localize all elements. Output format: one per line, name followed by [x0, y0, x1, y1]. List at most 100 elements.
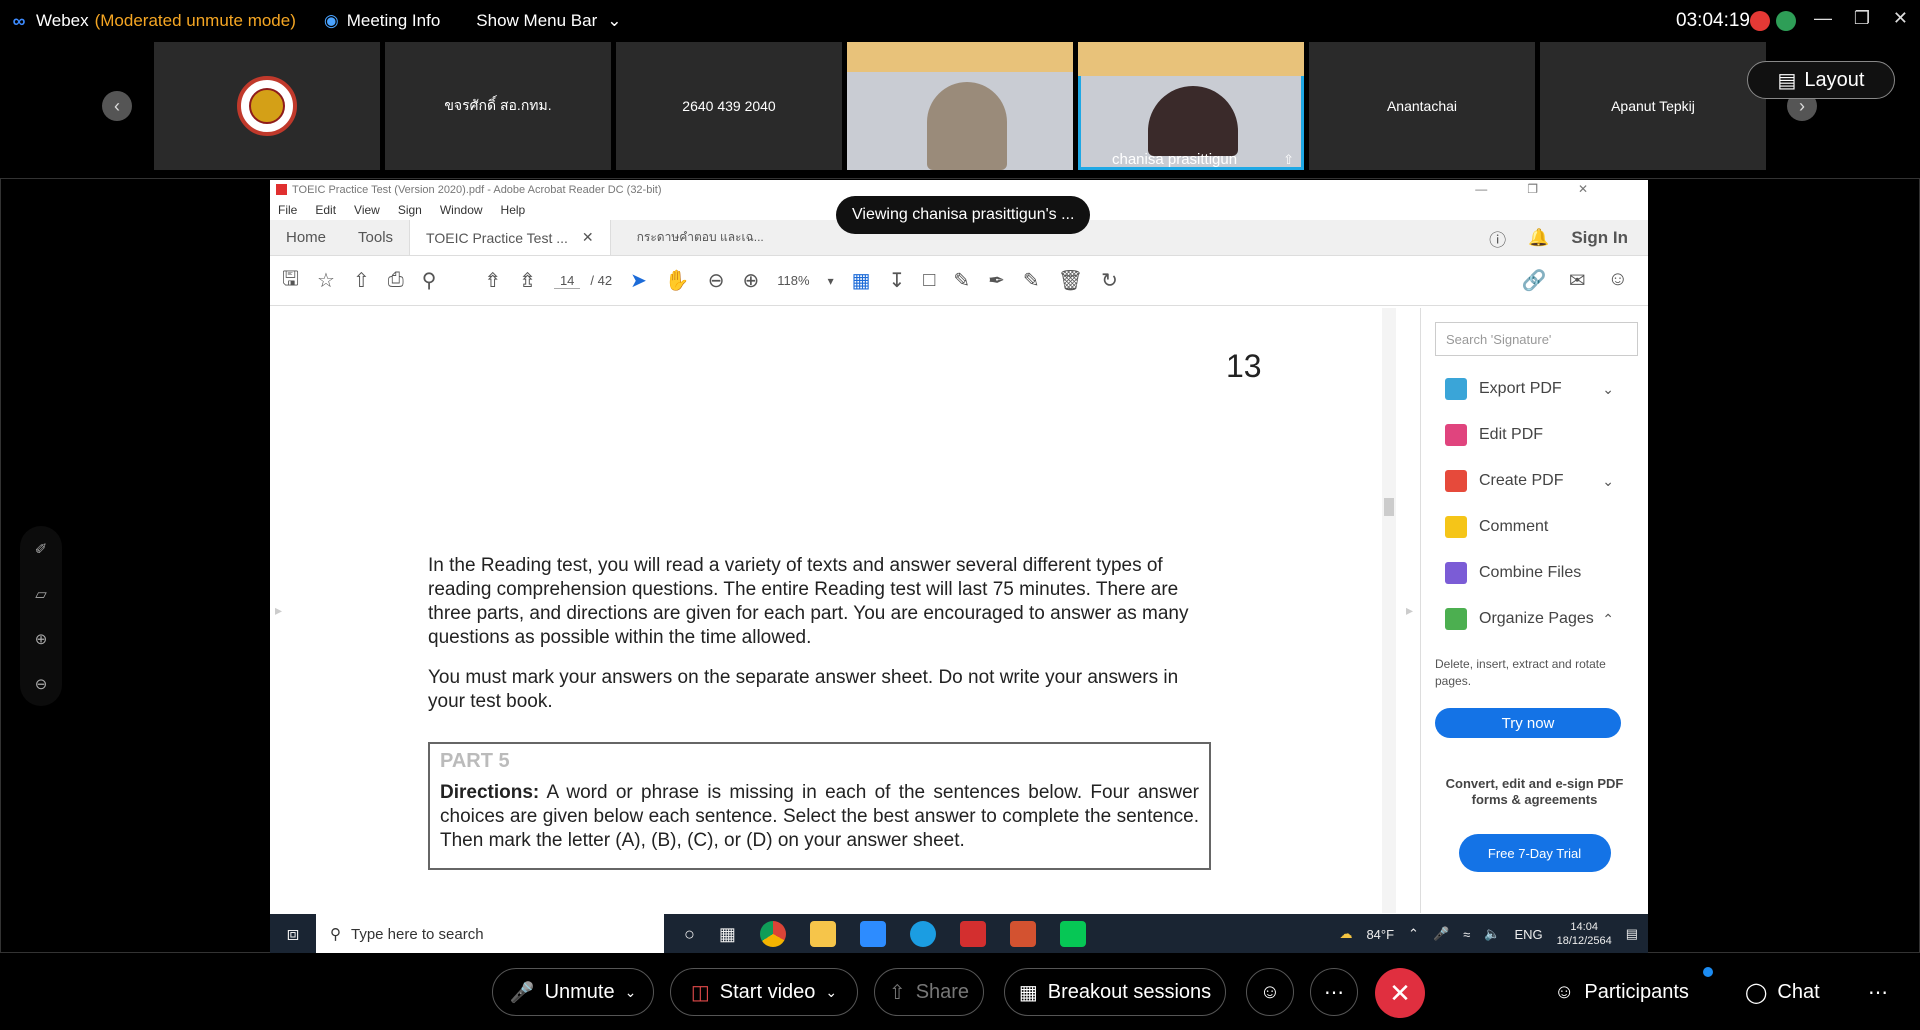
- hand-tool-icon[interactable]: ✋: [665, 268, 690, 293]
- fill-sign-icon[interactable]: ✎: [1023, 268, 1040, 293]
- edge-icon[interactable]: [909, 921, 936, 947]
- upload-icon[interactable]: ⇧: [353, 268, 370, 293]
- more-panels-button[interactable]: ⋯: [1868, 968, 1888, 1016]
- participant-tile[interactable]: ขจรศักดิ์ สอ.กทม.: [385, 42, 611, 170]
- tools-search-input[interactable]: Search 'Signature': [1435, 322, 1638, 356]
- save-icon[interactable]: 🖫: [282, 264, 299, 298]
- chat-button[interactable]: ◯ Chat: [1745, 968, 1820, 1016]
- menu-sign[interactable]: Sign: [398, 203, 422, 217]
- help-icon[interactable]: ⓘ: [1489, 226, 1506, 251]
- strip-prev-button[interactable]: ‹: [102, 91, 132, 121]
- zoom-level-select[interactable]: 118%: [777, 273, 809, 288]
- page-current-input[interactable]: 14: [553, 273, 581, 289]
- zoom-app-icon[interactable]: [859, 921, 886, 947]
- participant-video-tile[interactable]: [847, 42, 1073, 170]
- volume-icon[interactable]: 🔈: [1484, 926, 1500, 942]
- weather-icon[interactable]: ☁: [1339, 926, 1352, 942]
- tab-tools[interactable]: Tools: [342, 220, 409, 255]
- participant-tile[interactable]: 2640 439 2040: [616, 42, 842, 170]
- tab-document-answer-sheet[interactable]: กระดาษคำตอบ และเฉ...: [611, 220, 780, 255]
- right-pane-toggle-icon[interactable]: ▸: [1406, 602, 1413, 619]
- mail-icon[interactable]: ✉: [1569, 268, 1586, 293]
- sign-in-button[interactable]: Sign In: [1571, 228, 1628, 248]
- tool-combine-files[interactable]: Combine Files: [1421, 550, 1648, 596]
- scroll-thumb[interactable]: [1384, 498, 1394, 516]
- participant-video-tile[interactable]: chanisa prasittigun ⇧: [1078, 42, 1304, 170]
- tool-organize-pages[interactable]: Organize Pages ⌃: [1421, 596, 1648, 642]
- tool-export-pdf[interactable]: Export PDF ⌄: [1421, 366, 1648, 412]
- link-icon[interactable]: 🔗: [1522, 268, 1547, 293]
- tool-create-pdf[interactable]: Create PDF ⌄: [1421, 458, 1648, 504]
- tab-document-toeic[interactable]: TOEIC Practice Test ... ✕: [409, 220, 611, 255]
- select-tool-icon[interactable]: ➤: [630, 268, 647, 293]
- notifications-icon[interactable]: ▤: [1626, 926, 1638, 942]
- taskbar-search[interactable]: ⚲ Type here to search: [316, 914, 664, 954]
- breakout-sessions-button[interactable]: ▦ Breakout sessions: [1004, 968, 1226, 1016]
- language-indicator[interactable]: ENG: [1514, 927, 1542, 942]
- meeting-info-button[interactable]: ◉ Meeting Info: [324, 11, 440, 31]
- eraser-icon[interactable]: ▱: [35, 585, 47, 603]
- print-icon[interactable]: ⎙: [388, 269, 404, 292]
- participant-tile[interactable]: Anantachai: [1309, 42, 1535, 170]
- cortana-icon[interactable]: ○: [684, 924, 695, 945]
- highlight-pen-icon[interactable]: ✎: [953, 268, 970, 293]
- restore-icon[interactable]: ❐: [1854, 8, 1870, 29]
- chrome-icon[interactable]: [759, 921, 786, 947]
- menu-help[interactable]: Help: [501, 203, 526, 217]
- rotate-icon[interactable]: ↻: [1101, 268, 1118, 293]
- powerpoint-icon[interactable]: [1009, 921, 1036, 947]
- search-icon[interactable]: ⚲: [422, 268, 437, 293]
- free-trial-button[interactable]: Free 7-Day Trial: [1458, 834, 1611, 872]
- unmute-button[interactable]: 🎤 Unmute ⌄: [492, 968, 654, 1016]
- participants-button[interactable]: ☺ Participants: [1554, 968, 1689, 1016]
- page-down-icon[interactable]: ⇯: [519, 268, 536, 293]
- reactions-button[interactable]: ☺: [1246, 968, 1294, 1016]
- share-button[interactable]: ⇧ Share: [874, 968, 984, 1016]
- left-pane-toggle-icon[interactable]: ▸: [275, 602, 282, 619]
- network-stats-icon[interactable]: [1776, 11, 1796, 31]
- close-icon[interactable]: ✕: [582, 229, 594, 246]
- delete-icon[interactable]: 🗑: [1058, 268, 1083, 293]
- star-icon[interactable]: ☆: [317, 268, 335, 293]
- show-menu-bar-button[interactable]: Show Menu Bar ⌄: [476, 11, 621, 31]
- close-icon[interactable]: ✕: [1893, 8, 1908, 29]
- zoom-in-icon[interactable]: ⊕: [743, 268, 760, 293]
- chevron-down-icon[interactable]: ⌄: [625, 984, 637, 1001]
- menu-file[interactable]: File: [278, 203, 297, 217]
- acrobat-icon[interactable]: [959, 921, 986, 947]
- zoom-out-icon[interactable]: ⊖: [708, 268, 725, 293]
- tab-home[interactable]: Home: [270, 220, 342, 255]
- layout-button[interactable]: ▤ Layout: [1747, 61, 1895, 99]
- zoom-out-icon[interactable]: ⊖: [35, 675, 48, 693]
- menu-window[interactable]: Window: [440, 203, 483, 217]
- chevron-down-icon[interactable]: ⌄: [825, 984, 837, 1001]
- tray-chevron-icon[interactable]: ⌃: [1408, 926, 1419, 942]
- bell-icon[interactable]: 🔔: [1528, 228, 1549, 248]
- try-now-button[interactable]: Try now: [1435, 708, 1621, 738]
- windows-start-icon[interactable]: ⧈: [270, 923, 316, 946]
- task-view-icon[interactable]: ▦: [719, 924, 736, 945]
- participant-tile[interactable]: [154, 42, 380, 170]
- file-explorer-icon[interactable]: [809, 921, 836, 947]
- pdf-page-view[interactable]: 13 In the Reading test, you will read a …: [270, 308, 1380, 913]
- end-meeting-button[interactable]: ✕: [1375, 968, 1425, 1018]
- zoom-in-icon[interactable]: ⊕: [35, 630, 48, 648]
- menu-view[interactable]: View: [354, 203, 380, 217]
- acrobat-window-controls[interactable]: —❐✕: [1475, 182, 1628, 196]
- minimize-icon[interactable]: —: [1814, 8, 1832, 29]
- fit-page-icon[interactable]: ▦: [852, 268, 871, 293]
- sign-icon[interactable]: ✒: [988, 268, 1005, 293]
- tool-comment[interactable]: Comment: [1421, 504, 1648, 550]
- annotate-icon[interactable]: ✐: [35, 540, 48, 558]
- line-app-icon[interactable]: [1059, 921, 1086, 947]
- taskbar-datetime[interactable]: 14:04 18/12/2564: [1557, 920, 1612, 948]
- menu-edit[interactable]: Edit: [315, 203, 336, 217]
- wifi-icon[interactable]: ≈: [1463, 927, 1470, 942]
- scroll-mode-icon[interactable]: ↧: [889, 268, 906, 293]
- start-video-button[interactable]: ◫ Start video ⌄: [670, 968, 858, 1016]
- page-up-icon[interactable]: ⇮: [484, 268, 501, 293]
- participant-tile[interactable]: Apanut Tepkij: [1540, 42, 1766, 170]
- microphone-icon[interactable]: 🎤: [1433, 926, 1449, 942]
- pdf-scrollbar[interactable]: [1382, 308, 1396, 913]
- tool-edit-pdf[interactable]: Edit PDF: [1421, 412, 1648, 458]
